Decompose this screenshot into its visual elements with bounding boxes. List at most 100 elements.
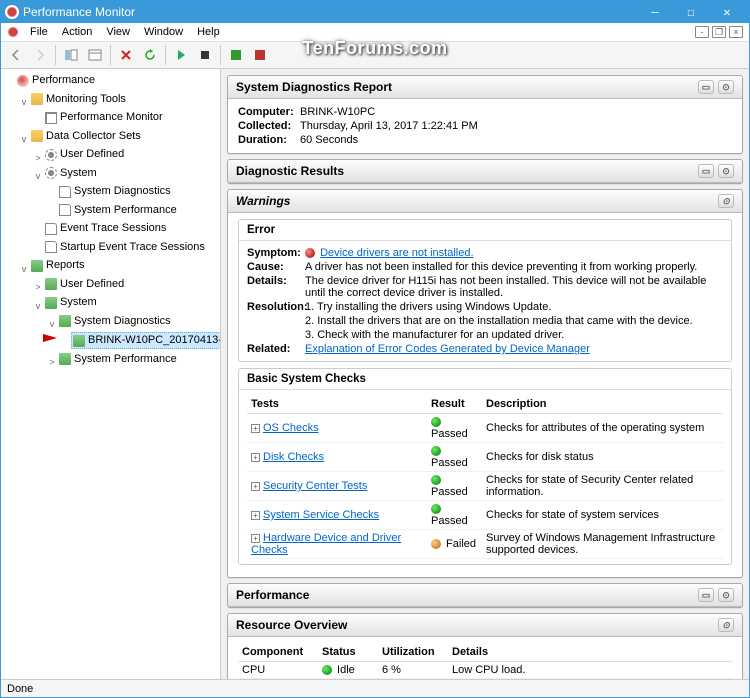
app-icon	[5, 5, 19, 19]
menu-file[interactable]: File	[23, 25, 55, 39]
panel-header[interactable]: System Diagnostics Report ▭ ⊙	[228, 76, 742, 99]
menu-action[interactable]: Action	[55, 25, 100, 39]
mdi-minimize-button[interactable]: -	[695, 26, 709, 38]
check-link[interactable]: Security Center Tests	[263, 480, 367, 492]
tree-dcs[interactable]: Data Collector Sets	[29, 129, 143, 144]
gear-icon	[45, 167, 57, 179]
reports-icon	[45, 278, 57, 290]
panel-header-performance[interactable]: Performance ▭ ⊙	[228, 584, 742, 607]
stop-button[interactable]	[194, 44, 216, 66]
check-link[interactable]: Disk Checks	[263, 451, 324, 463]
tree-perfmon[interactable]: Performance Monitor	[43, 110, 165, 125]
forward-button[interactable]	[29, 44, 51, 66]
menu-icon[interactable]: ▭	[698, 80, 714, 94]
tree-rep-sysdiag[interactable]: System Diagnostics	[57, 314, 173, 329]
panel-performance-head: Performance ▭ ⊙	[227, 583, 743, 608]
play-button[interactable]	[170, 44, 192, 66]
table-row: Network Idle 0 % Busiest network adapter…	[238, 679, 732, 680]
value-duration: 60 Seconds	[300, 134, 358, 146]
value-collected: Thursday, April 13, 2017 1:22:41 PM	[300, 120, 478, 132]
tree-ets[interactable]: Event Trace Sessions	[43, 221, 168, 236]
tree-rep-sysperf[interactable]: System Performance	[57, 352, 179, 367]
view-report-button[interactable]	[249, 44, 271, 66]
tree-rep-system[interactable]: System	[43, 295, 99, 310]
refresh-button[interactable]	[139, 44, 161, 66]
label-collected: Collected:	[238, 120, 300, 132]
reports-icon	[59, 353, 71, 365]
collapse-icon[interactable]: ⊙	[718, 588, 734, 602]
delete-button[interactable]	[115, 44, 137, 66]
symptom-link[interactable]: Device drivers are not installed.	[320, 247, 473, 259]
collapse-icon[interactable]: ⊙	[718, 194, 734, 208]
console-tree-button[interactable]	[84, 44, 106, 66]
reports-icon	[59, 315, 71, 327]
label-computer: Computer:	[238, 106, 300, 118]
tree-reports[interactable]: Reports	[29, 258, 87, 273]
collapse-icon[interactable]: ⊙	[718, 164, 734, 178]
menu-icon[interactable]: ▭	[698, 588, 714, 602]
idle-icon	[322, 665, 332, 675]
panel-header-diag[interactable]: Diagnostic Results ▭ ⊙	[228, 160, 742, 183]
report-title: System Diagnostics Report	[236, 80, 694, 94]
status-bar: Done	[1, 679, 749, 697]
menu-bar: File Action View Window Help - ❐ ×	[1, 23, 749, 41]
tree-dcs-system[interactable]: System	[43, 166, 99, 181]
mdi-close-button[interactable]: ×	[729, 26, 743, 38]
title-bar: Performance Monitor – ☐ ✕	[1, 1, 749, 23]
menu-help[interactable]: Help	[190, 25, 227, 39]
panel-header-resource[interactable]: Resource Overview ⊙	[228, 614, 742, 637]
table-row: CPU Idle 6 % Low CPU load.	[238, 662, 732, 679]
panel-header-warnings[interactable]: Warnings ⊙	[228, 190, 742, 213]
expand-square-icon[interactable]: +	[251, 453, 260, 462]
menu-window[interactable]: Window	[137, 25, 190, 39]
check-link[interactable]: Hardware Device and Driver Checks	[251, 532, 401, 556]
table-row: +System Service Checks Passed Checks for…	[247, 501, 723, 530]
basic-heading: Basic System Checks	[239, 369, 731, 390]
expand-square-icon[interactable]: +	[251, 482, 260, 491]
tree-sysdiag-dcs[interactable]: System Diagnostics	[57, 184, 173, 199]
report-content[interactable]: System Diagnostics Report ▭ ⊙ Computer: B…	[221, 69, 749, 679]
close-button[interactable]: ✕	[709, 1, 745, 23]
view-log-button[interactable]	[225, 44, 247, 66]
doc-icon	[6, 25, 20, 39]
basic-checks-panel: Basic System Checks Tests Result Descrip…	[238, 368, 732, 565]
tree-performance[interactable]: Performance	[15, 73, 97, 88]
basic-checks-table: Tests Result Description +OS Checks Pass…	[247, 395, 723, 559]
tree-sysperf-dcs[interactable]: System Performance	[57, 203, 179, 218]
table-row: +Security Center Tests Passed Checks for…	[247, 472, 723, 501]
collapse-icon[interactable]: ⊙	[718, 618, 734, 632]
tree-sets[interactable]: Startup Event Trace Sessions	[43, 240, 207, 255]
panel-diagnostic: Diagnostic Results ▭ ⊙	[227, 159, 743, 184]
menu-view[interactable]: View	[99, 25, 137, 39]
tree-monitoring-tools[interactable]: Monitoring Tools	[29, 92, 128, 107]
maximize-button[interactable]: ☐	[673, 1, 709, 23]
minimize-button[interactable]: –	[637, 1, 673, 23]
expand-square-icon[interactable]: +	[251, 534, 260, 543]
tree-selected-report[interactable]: BRINK-W10PC_20170413-000001	[71, 332, 221, 349]
related-link[interactable]: Explanation of Error Codes Generated by …	[305, 343, 590, 355]
expand-square-icon[interactable]: +	[251, 424, 260, 433]
gear-icon	[45, 149, 57, 161]
document-icon	[45, 241, 57, 253]
back-button[interactable]	[5, 44, 27, 66]
document-icon	[59, 186, 71, 198]
status-text: Done	[7, 683, 33, 695]
navigation-tree[interactable]: Performance vMonitoring Tools Performanc…	[1, 69, 221, 679]
show-hide-button[interactable]	[60, 44, 82, 66]
table-row: +OS Checks Passed Checks for attributes …	[247, 414, 723, 443]
tree-dcs-user[interactable]: User Defined	[43, 147, 126, 162]
toolbar	[1, 41, 749, 69]
expand-square-icon[interactable]: +	[251, 511, 260, 520]
window-title: Performance Monitor	[23, 5, 637, 19]
mdi-restore-button[interactable]: ❐	[712, 26, 726, 38]
pass-icon	[431, 475, 441, 485]
collapse-icon[interactable]: ⊙	[718, 80, 734, 94]
folder-icon	[31, 93, 43, 105]
menu-icon[interactable]: ▭	[698, 164, 714, 178]
pass-icon	[431, 417, 441, 427]
check-link[interactable]: OS Checks	[263, 422, 319, 434]
tree-rep-user[interactable]: User Defined	[43, 277, 126, 292]
error-heading: Error	[239, 220, 731, 241]
pass-icon	[431, 446, 441, 456]
check-link[interactable]: System Service Checks	[263, 509, 379, 521]
